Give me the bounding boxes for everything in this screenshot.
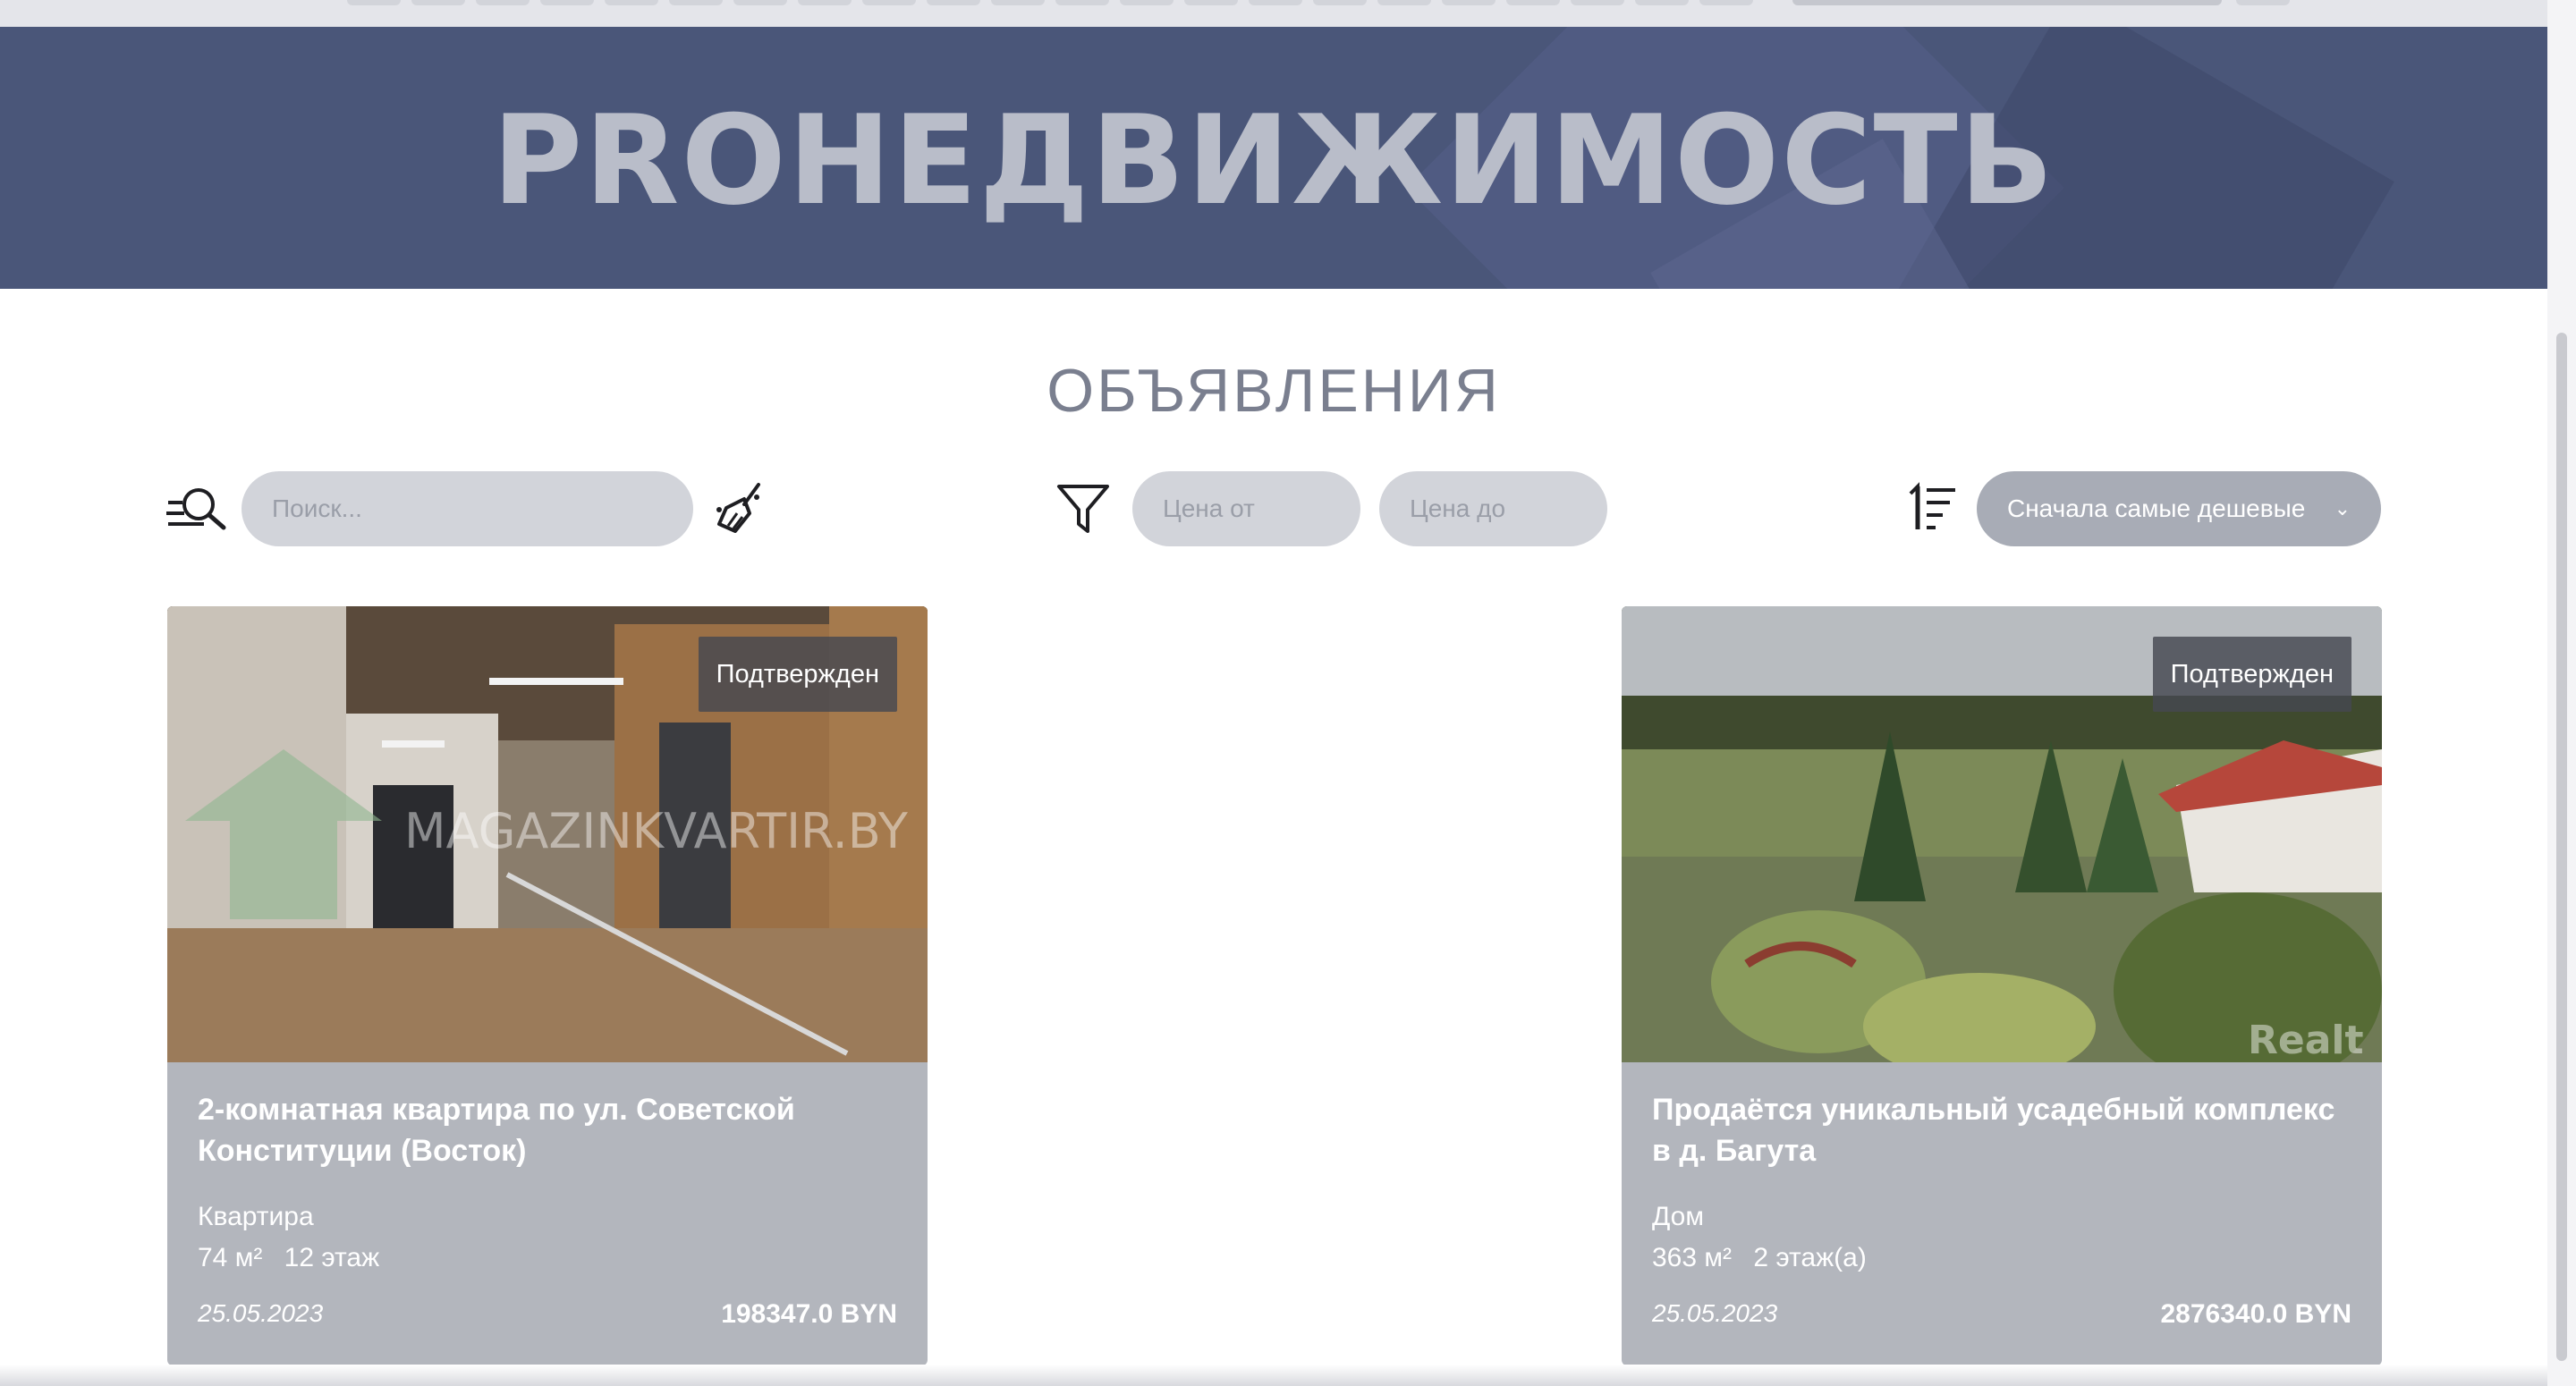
tab[interactable]	[1635, 0, 1689, 5]
listing-type: Квартира	[198, 1202, 314, 1231]
browser-window: PROНЕДВИЖИМОСТЬ ОБЪЯВЛЕНИЯ Поиск... Цена…	[0, 0, 2547, 1386]
chevron-down-icon: ⌄	[2334, 497, 2351, 520]
listing-card[interactable]: MAGAZINKVARTIR.BY Подтвержден 2-комнатна…	[167, 606, 928, 1365]
tab[interactable]	[669, 0, 723, 5]
status-badge: Подтвержден	[698, 637, 897, 712]
listing-date: 25.05.2023	[198, 1299, 324, 1327]
tab[interactable]	[2236, 0, 2290, 5]
search-icon[interactable]	[165, 483, 227, 537]
page-title: ОБЪЯВЛЕНИЯ	[1046, 357, 1501, 425]
tab[interactable]	[991, 0, 1045, 5]
tab[interactable]	[1055, 0, 1109, 5]
tab[interactable]	[1442, 0, 1496, 5]
photo-watermark: MAGAZINKVARTIR.BY	[404, 803, 909, 859]
listing-price: 2876340.0 BYN	[2160, 1299, 2352, 1329]
scrollbar[interactable]	[2547, 0, 2576, 1386]
status-badge: Подтвержден	[2152, 637, 2351, 712]
sort-select[interactable]: Сначала самые дешевые ⌄	[1977, 471, 2381, 546]
tab[interactable]	[1120, 0, 1174, 5]
photo-watermark: Realt	[2248, 1018, 2364, 1062]
listing-area: 363 м²	[1652, 1243, 1733, 1272]
tab[interactable]	[927, 0, 980, 5]
hero-banner: PROНЕДВИЖИМОСТЬ	[0, 27, 2547, 289]
listing-card[interactable]: Realt Подтвержден Продаётся уникальный у…	[1622, 606, 2382, 1365]
tab[interactable]	[1184, 0, 1238, 5]
tab[interactable]	[605, 0, 658, 5]
listing-floor: 12 этаж	[284, 1243, 380, 1272]
listing-title[interactable]: 2-комнатная квартира по ул. Советской Ко…	[198, 1089, 895, 1171]
listing-title[interactable]: Продаётся уникальный усадебный комплекс …	[1652, 1089, 2350, 1171]
tab[interactable]	[540, 0, 594, 5]
tab[interactable]	[798, 0, 852, 5]
browser-tab-strip	[0, 0, 2547, 27]
price-from-input[interactable]	[1132, 471, 1360, 546]
listing-type: Дом	[1652, 1202, 1704, 1231]
tab[interactable]	[1506, 0, 1560, 5]
tab[interactable]	[733, 0, 787, 5]
window-bottom-edge	[0, 1365, 2547, 1386]
price-to-input[interactable]	[1379, 471, 1607, 546]
listing-floor: 2 этаж(а)	[1753, 1243, 1867, 1272]
tab-active[interactable]	[1792, 0, 2222, 5]
tab[interactable]	[1699, 0, 1753, 5]
tab[interactable]	[862, 0, 916, 5]
listing-price: 198347.0 BYN	[721, 1299, 897, 1329]
broom-icon[interactable]	[714, 479, 766, 540]
sort-icon[interactable]	[1907, 481, 1959, 538]
filter-icon[interactable]	[1055, 483, 1111, 540]
tab[interactable]	[1377, 0, 1431, 5]
tab[interactable]	[347, 0, 401, 5]
search-input[interactable]	[242, 471, 693, 546]
site-title: PROНЕДВИЖИМОСТЬ	[492, 89, 2055, 232]
listing-specs: 363 м² 2 этаж(а)	[1652, 1243, 1881, 1273]
listing-specs: 74 м² 12 этаж	[198, 1243, 394, 1273]
listing-area: 74 м²	[198, 1243, 263, 1272]
scrollbar-thumb[interactable]	[2556, 333, 2567, 1361]
tab[interactable]	[411, 0, 465, 5]
listing-date: 25.05.2023	[1652, 1299, 1778, 1327]
sort-select-value: Сначала самые дешевые	[2007, 494, 2306, 522]
tab[interactable]	[1249, 0, 1302, 5]
tab[interactable]	[1313, 0, 1367, 5]
tab[interactable]	[476, 0, 530, 5]
tab[interactable]	[1571, 0, 1624, 5]
